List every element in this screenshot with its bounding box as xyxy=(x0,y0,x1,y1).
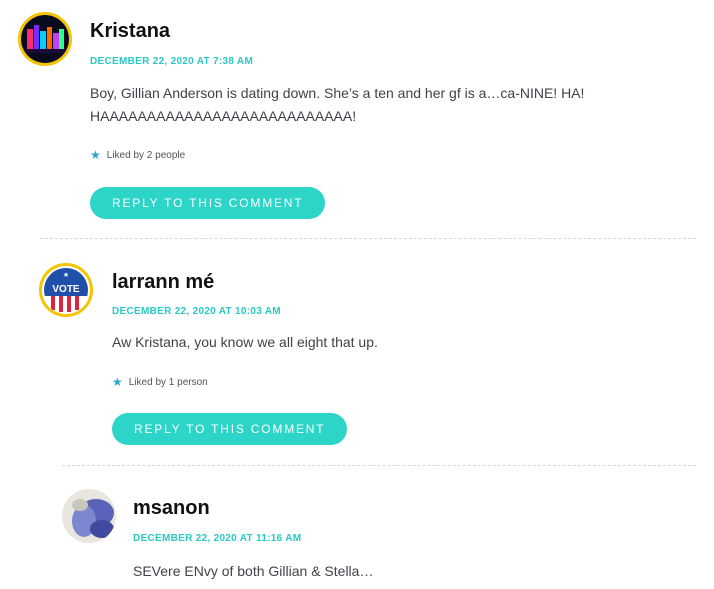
avatar-larrann[interactable]: ★ VOTE xyxy=(42,266,90,314)
reply-button[interactable]: REPLY TO THIS COMMENT xyxy=(112,413,348,445)
comment-date[interactable]: DECEMBER 22, 2020 AT 11:16 AM xyxy=(133,533,301,544)
likes-text[interactable]: Liked by 1 person xyxy=(129,377,208,388)
likes-summary: ★ Liked by 1 person xyxy=(112,376,208,388)
avatar-msanon[interactable] xyxy=(62,489,116,543)
divider xyxy=(62,465,696,466)
likes-text[interactable]: Liked by 2 people xyxy=(107,150,185,161)
comment-body-line-1: SEVere ENvy of both Gillian & Stella… xyxy=(133,563,374,579)
comment-body-line-2: HAAAAAAAAAAAAAAAAAAAAAAAAAAA! xyxy=(90,108,357,124)
likes-summary: ★ Liked by 2 people xyxy=(90,149,185,161)
avatar-vote-text: VOTE xyxy=(52,284,80,295)
star-icon: ★ xyxy=(90,148,101,162)
comment-author[interactable]: larrann mé xyxy=(112,271,214,294)
star-icon: ★ xyxy=(112,375,123,389)
comment-date[interactable]: DECEMBER 22, 2020 AT 7:38 AM xyxy=(90,56,253,67)
svg-text:★: ★ xyxy=(63,271,69,279)
avatar-kristana[interactable] xyxy=(21,15,69,63)
comment-date[interactable]: DECEMBER 22, 2020 AT 10:03 AM xyxy=(112,306,281,317)
divider xyxy=(40,238,696,239)
reply-button[interactable]: REPLY TO THIS COMMENT xyxy=(90,187,326,219)
comment-body-line-1: Aw Kristana, you know we all eight that … xyxy=(112,334,378,350)
comment-author[interactable]: msanon xyxy=(133,497,210,520)
comment-author[interactable]: Kristana xyxy=(90,20,170,43)
comment-body-line-1: Boy, Gillian Anderson is dating down. Sh… xyxy=(90,85,585,101)
